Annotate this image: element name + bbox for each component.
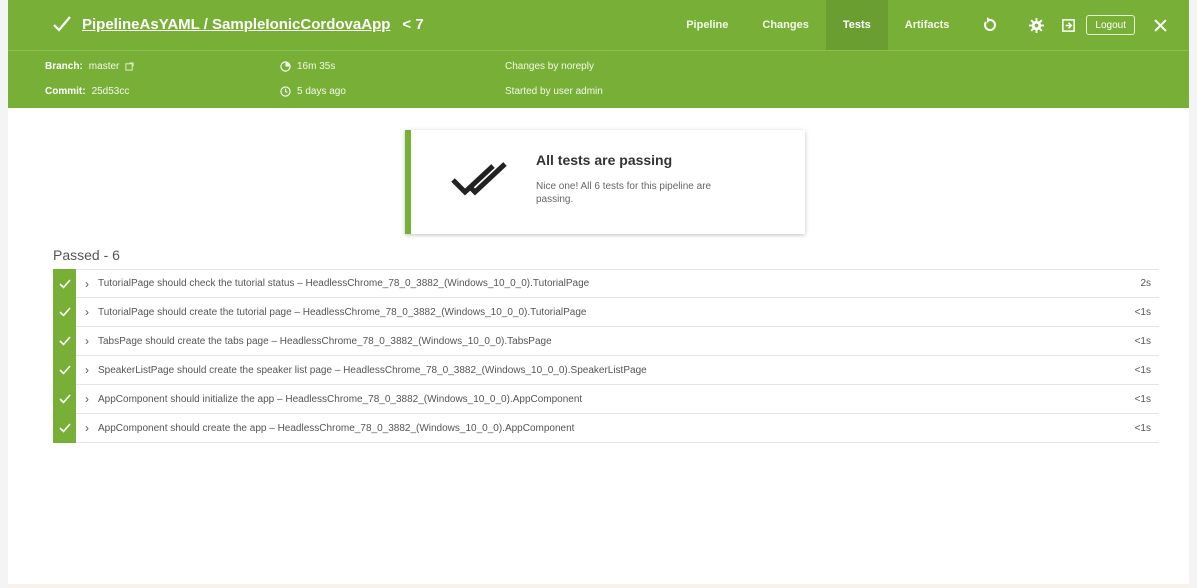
test-name: TutorialPage should create the tutorial … [98,306,587,318]
branch-info: Branch: master [45,61,134,72]
check-icon [58,278,71,289]
chevron-right-icon[interactable]: › [76,363,98,377]
tab-tests[interactable]: Tests [825,0,888,50]
test-duration: 2s [1140,278,1151,289]
test-row[interactable]: › TabsPage should create the tabs page –… [53,326,1159,356]
duration-info: 16m 35s [280,61,335,72]
chevron-right-icon[interactable]: › [76,305,98,319]
finished-info: 5 days ago [280,86,346,97]
tab-changes[interactable]: Changes [745,0,825,50]
commit-info: Commit: 25d53cc [45,86,129,97]
gear-icon[interactable] [1018,0,1054,50]
test-row[interactable]: › TutorialPage should check the tutorial… [53,269,1159,298]
summary-description: Nice one! All 6 tests for this pipeline … [536,181,712,205]
chevron-right-icon[interactable]: › [76,421,98,435]
clock-icon [280,86,291,97]
check-icon [58,307,71,317]
summary-title: All tests are passing [536,152,673,168]
tab-artifacts[interactable]: Artifacts [888,0,967,50]
test-duration: <1s [1134,393,1151,405]
pass-status [53,269,76,298]
test-duration: <1s [1134,306,1151,318]
check-icon [58,336,71,346]
test-duration: <1s [1134,335,1151,347]
logout-button[interactable]: Logout [1086,15,1135,35]
bottom-edge [8,584,1189,588]
chevron-right-icon[interactable]: › [76,392,98,406]
pass-status [53,355,76,385]
test-name: AppComponent should create the app – Hea… [98,422,575,434]
test-row[interactable]: › AppComponent should create the app – H… [53,413,1159,443]
pass-status [53,297,76,327]
finished-value: 5 days ago [297,86,346,97]
pass-status [53,413,76,443]
pipeline-title-area: PipelineAsYAML / SampleIonicCordovaApp <… [52,14,424,34]
double-check-icon [451,162,507,196]
test-name: TutorialPage should check the tutorial s… [98,278,590,289]
test-summary-card: All tests are passing Nice one! All 6 te… [405,130,805,234]
test-row[interactable]: › SpeakerListPage should create the spea… [53,355,1159,385]
passed-test-list: › TutorialPage should check the tutorial… [53,269,1159,443]
exit-icon[interactable] [1054,0,1082,50]
duration-icon [280,61,291,72]
test-duration: <1s [1134,364,1151,376]
check-icon [58,394,71,404]
close-icon[interactable] [1145,0,1175,50]
check-icon [58,365,71,375]
branch-value[interactable]: master [89,61,120,72]
test-row[interactable]: › AppComponent should initialize the app… [53,384,1159,414]
success-check-icon [53,16,71,32]
test-duration: <1s [1134,422,1151,434]
chevron-right-icon[interactable]: › [76,334,98,348]
pipeline-title-link[interactable]: PipelineAsYAML / SampleIonicCordovaApp [82,16,390,33]
check-icon [58,423,71,433]
test-name: SpeakerListPage should create the speake… [98,364,647,376]
tab-pipeline[interactable]: Pipeline [669,0,745,50]
pass-status [53,326,76,356]
started-by-info: Started by user admin [505,86,603,97]
test-name: TabsPage should create the tabs page – H… [98,335,552,347]
header-nav: Pipeline Changes Tests Artifacts Logout [669,0,1189,50]
commit-label: Commit: [45,86,86,97]
replay-icon[interactable] [972,0,1008,50]
commit-value[interactable]: 25d53cc [92,86,130,97]
external-link-icon[interactable] [125,62,134,71]
pass-status [53,384,76,414]
run-details-bar: Branch: master Commit: 25d53cc 16m 35s 5… [8,50,1189,108]
header-bar: PipelineAsYAML / SampleIonicCordovaApp <… [8,0,1189,50]
test-row[interactable]: › TutorialPage should create the tutoria… [53,297,1159,327]
run-number[interactable]: < 7 [402,16,423,33]
chevron-right-icon[interactable]: › [76,277,98,291]
changes-info: Changes by noreply [505,61,594,72]
branch-label: Branch: [45,61,83,72]
test-name: AppComponent should initialize the app –… [98,393,583,405]
passed-heading: Passed - 6 [53,247,120,263]
duration-value: 16m 35s [297,61,336,72]
app-window: PipelineAsYAML / SampleIonicCordovaApp <… [0,0,1197,588]
